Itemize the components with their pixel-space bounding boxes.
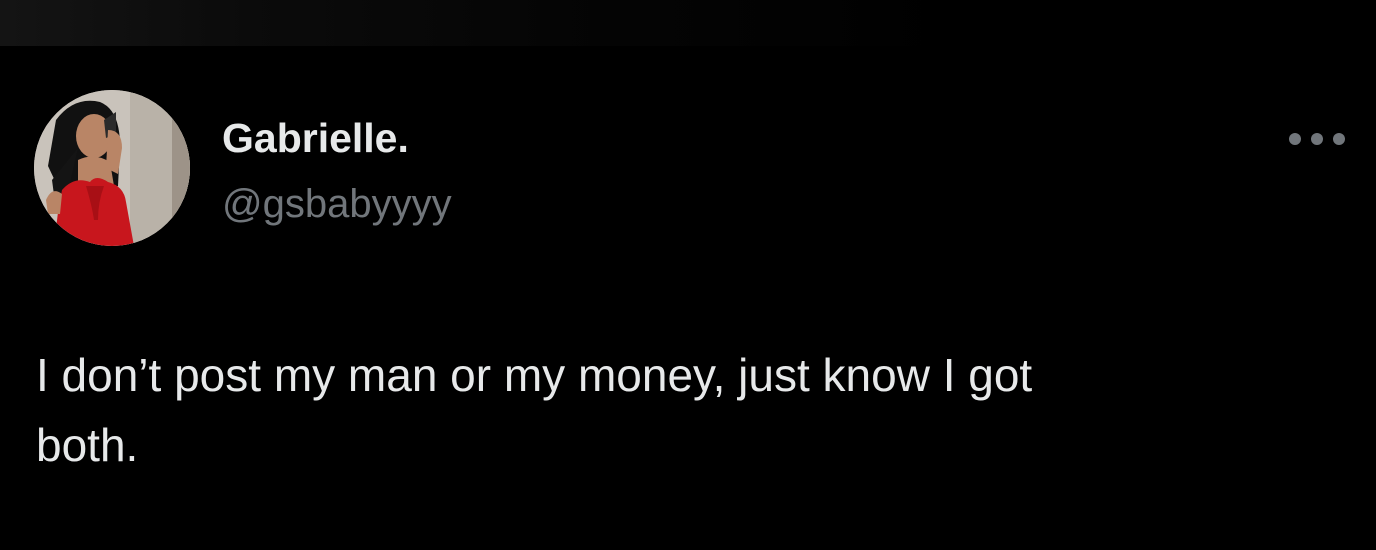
avatar-photo	[34, 90, 190, 246]
user-handle[interactable]: @gsbabyyyy	[222, 180, 452, 228]
display-name[interactable]: Gabrielle.	[222, 114, 409, 162]
top-strip	[0, 0, 1376, 46]
tweet-card[interactable]: Gabrielle. @gsbabyyyy I don’t post my ma…	[0, 46, 1376, 550]
avatar[interactable]	[34, 90, 190, 246]
more-button[interactable]	[1284, 124, 1350, 154]
tweet-text: I don’t post my man or my money, just kn…	[36, 349, 1033, 471]
more-horizontal-icon	[1289, 133, 1345, 145]
